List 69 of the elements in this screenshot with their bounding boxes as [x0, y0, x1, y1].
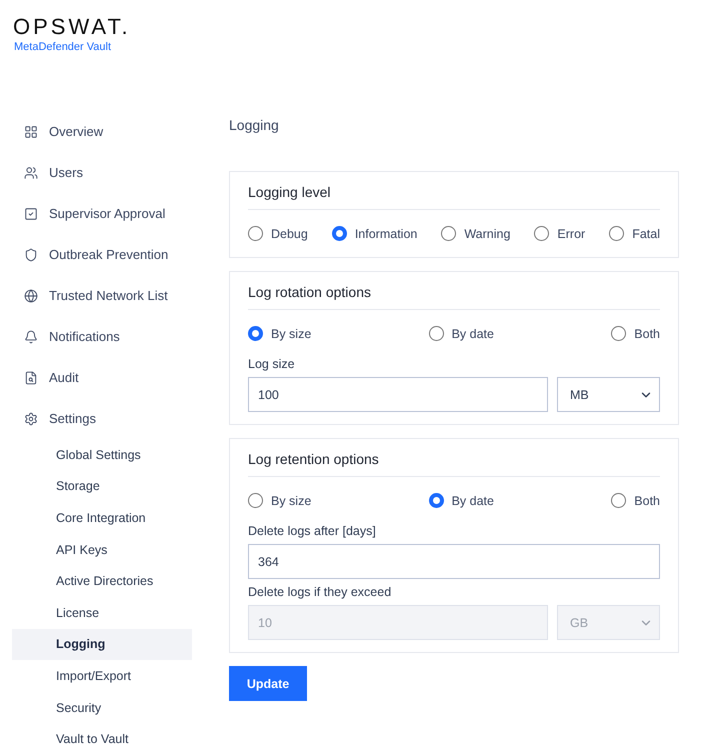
unit-dropdown[interactable]: MB [557, 377, 660, 412]
radio-button[interactable] [609, 226, 624, 241]
bell-icon [24, 330, 38, 344]
card-title: Logging level [248, 180, 660, 210]
nav-subitem[interactable]: Logging [12, 628, 192, 660]
radio-button[interactable] [248, 226, 263, 241]
nav-item[interactable]: Trusted Network List [12, 275, 192, 316]
radio-button[interactable] [534, 226, 550, 241]
brand-logo: OPSWAT. [13, 14, 132, 40]
radio-label[interactable]: Error [557, 226, 586, 240]
nav-subitem[interactable]: Import/Export [12, 660, 192, 692]
radio-button[interactable] [248, 326, 263, 341]
nav-subitem[interactable]: License [12, 596, 192, 629]
radio-label[interactable]: By date [452, 326, 494, 340]
radio-button[interactable] [611, 326, 626, 341]
radio-label[interactable]: Both [634, 494, 660, 508]
nav-item[interactable]: Notifications [12, 316, 192, 357]
shield-icon [24, 248, 38, 262]
radio-label[interactable]: Information [354, 226, 418, 240]
globe-icon [24, 288, 38, 302]
nav-label: Trusted Network List [49, 288, 168, 303]
grid-icon [24, 124, 38, 138]
nav-item[interactable]: Users [12, 152, 192, 193]
settings-icon [24, 412, 38, 426]
radio-button[interactable] [428, 326, 444, 341]
product-name: MetaDefender Vault [14, 41, 112, 53]
nav-label: Supervisor Approval [49, 206, 166, 221]
nav-item[interactable]: Outbreak Prevention [12, 234, 192, 275]
users-icon [24, 166, 38, 180]
nav-label: Notifications [49, 329, 120, 344]
radio-label[interactable]: Debug [271, 226, 308, 240]
nav-item[interactable]: Settings [12, 398, 192, 439]
page-title: Logging [229, 117, 280, 135]
nav-label: Outbreak Prevention [49, 247, 168, 262]
input-field[interactable]: 100 [248, 377, 548, 412]
nav-subitem[interactable]: Storage [12, 470, 192, 502]
nav-subitem[interactable]: Core Integration [12, 502, 192, 534]
radio-label[interactable]: By size [271, 326, 312, 340]
field-label: Delete logs if they exceed [248, 585, 392, 599]
nav-item[interactable]: Overview [12, 111, 192, 152]
radio-button[interactable] [332, 226, 347, 241]
nav-subitem[interactable]: Vault to Vault [12, 723, 192, 755]
card-title: Log retention options [248, 447, 660, 477]
checkbox-icon [24, 206, 38, 220]
field-label: Log size [248, 357, 296, 371]
update-button[interactable]: Update [229, 666, 307, 701]
card-title: Log rotation options [248, 280, 660, 310]
nav-subitem[interactable]: API Keys [12, 534, 192, 566]
nav-subitem[interactable]: Security [12, 692, 192, 724]
radio-label[interactable]: Warning [464, 226, 510, 240]
radio-label[interactable]: Fatal [632, 226, 660, 240]
radio-button[interactable] [248, 493, 263, 508]
radio-button[interactable] [441, 226, 456, 241]
radio-label[interactable]: By date [452, 494, 494, 508]
radio-button[interactable] [428, 493, 444, 508]
nav-label: Settings [49, 411, 96, 426]
radio-label[interactable]: Both [634, 326, 660, 340]
radio-label[interactable]: By size [271, 494, 312, 508]
nav-subitem[interactable]: Global Settings [12, 439, 192, 471]
nav-subitem[interactable]: Active Directories [12, 565, 192, 597]
input-field[interactable]: 364 [248, 544, 660, 579]
field-label: Delete logs after [days] [248, 524, 377, 538]
radio-button[interactable] [611, 493, 626, 508]
nav-label: Overview [49, 124, 104, 139]
nav-label: Users [49, 165, 83, 180]
document-search-icon [24, 370, 38, 384]
nav-item[interactable]: Supervisor Approval [12, 193, 192, 234]
nav-label: Audit [49, 370, 79, 385]
nav-item[interactable]: Audit [12, 357, 192, 398]
